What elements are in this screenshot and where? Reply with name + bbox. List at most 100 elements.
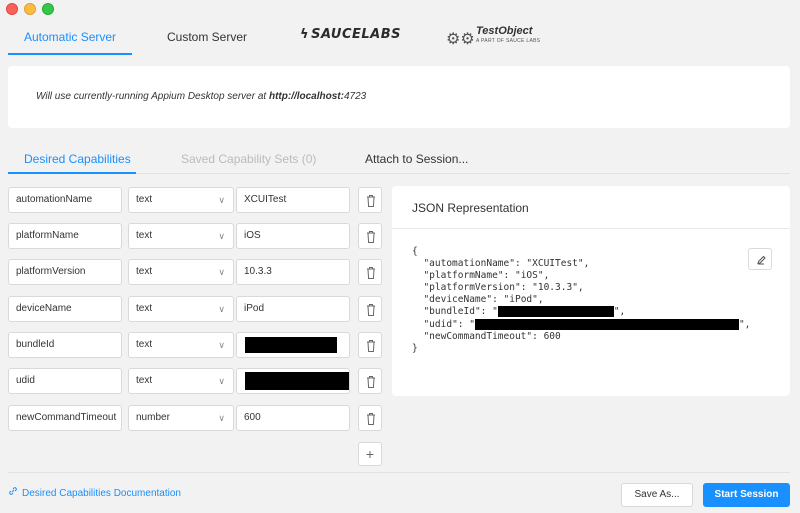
saucelabs-logo-icon: ϟ (300, 27, 310, 42)
chevron-down-icon: ∨ (218, 340, 225, 350)
capability-row: bundleId text ∨ (8, 332, 388, 358)
capability-row: platformVersion text ∨ 10.3.3 (8, 259, 388, 285)
server-info-prefix: Will use currently-running Appium Deskto… (36, 91, 269, 102)
desired-capabilities-docs-link[interactable]: Desired Capabilities Documentation (8, 486, 181, 499)
chevron-down-icon: ∨ (218, 231, 225, 241)
capability-type-select[interactable]: text ∨ (128, 296, 234, 322)
window-titlebar (0, 0, 800, 22)
close-window-button[interactable] (6, 3, 18, 15)
server-info-panel: Will use currently-running Appium Deskto… (8, 66, 790, 128)
tab-attach-to-session[interactable]: Attach to Session... (365, 152, 468, 166)
delete-capability-button[interactable] (358, 405, 382, 431)
trash-icon (367, 304, 375, 316)
json-code-block: { "automationName": "XCUITest", "platfor… (412, 246, 751, 354)
active-cap-tab-indicator (8, 172, 136, 174)
capability-type-value: number (136, 412, 170, 423)
capability-type-select[interactable]: text ∨ (128, 368, 234, 394)
json-key: bundleId (429, 306, 475, 318)
json-key: deviceName (429, 294, 487, 306)
testobject-logo-text: TestObject (476, 25, 533, 37)
json-close-brace: } (412, 342, 418, 354)
chevron-down-icon: ∨ (218, 413, 225, 423)
delete-capability-button[interactable] (358, 368, 382, 394)
redacted-value (245, 372, 349, 390)
json-key: automationName (429, 258, 510, 270)
capability-row: deviceName text ∨ iPod (8, 296, 388, 322)
tab-saucelabs[interactable]: ϟ SAUCELABS (300, 27, 401, 42)
json-open-brace: { (412, 246, 418, 257)
capability-value-input[interactable]: XCUITest (236, 187, 350, 213)
capability-value-input[interactable]: iOS (236, 223, 350, 249)
capability-row: udid text ∨ (8, 368, 388, 394)
docs-link-label: Desired Capabilities Documentation (22, 488, 181, 499)
server-info-text: Will use currently-running Appium Deskto… (36, 91, 366, 102)
tab-saved-capability-sets[interactable]: Saved Capability Sets (0) (181, 152, 316, 166)
trash-icon (367, 413, 375, 425)
save-as-button[interactable]: Save As... (621, 483, 693, 507)
capability-value-input[interactable]: 10.3.3 (236, 259, 350, 285)
capability-type-value: text (136, 230, 153, 241)
server-info-url: http://localhost: (268, 91, 344, 102)
json-key: newCommandTimeout (429, 330, 527, 342)
saucelabs-logo-text: SAUCELABS (311, 27, 402, 42)
pencil-icon (757, 255, 766, 265)
capability-name-input[interactable]: newCommandTimeout (8, 405, 122, 431)
json-value: iPod (509, 294, 533, 306)
delete-capability-button[interactable] (358, 332, 382, 358)
capability-type-select[interactable]: text ∨ (128, 259, 234, 285)
capability-type-select[interactable]: text ∨ (128, 187, 234, 213)
delete-capability-button[interactable] (358, 187, 382, 213)
capability-name-input[interactable]: automationName (8, 187, 122, 213)
tab-custom-server[interactable]: Custom Server (167, 30, 247, 44)
capability-type-select[interactable]: text ∨ (128, 332, 234, 358)
chevron-down-icon: ∨ (218, 304, 225, 314)
tab-desired-capabilities[interactable]: Desired Capabilities (24, 152, 131, 166)
json-value: XCUITest (532, 258, 578, 270)
redacted-value (245, 337, 337, 353)
capability-value-input[interactable] (236, 332, 350, 358)
capability-name-input[interactable]: udid (8, 368, 122, 394)
delete-capability-button[interactable] (358, 296, 382, 322)
delete-capability-button[interactable] (358, 223, 382, 249)
capability-type-select[interactable]: number ∨ (128, 405, 234, 431)
capability-name-input[interactable]: platformName (8, 223, 122, 249)
json-value: iOS (520, 270, 538, 282)
capability-row: platformName text ∨ iOS (8, 223, 388, 249)
json-panel-divider (392, 228, 790, 229)
chevron-down-icon: ∨ (218, 195, 225, 205)
capability-name-input[interactable]: deviceName (8, 296, 122, 322)
capability-value-input[interactable]: 600 (236, 405, 350, 431)
plus-icon: + (365, 446, 375, 462)
add-capability-button[interactable]: + (358, 442, 382, 466)
json-key: platformVersion (429, 282, 515, 294)
capability-type-select[interactable]: text ∨ (128, 223, 234, 249)
json-value: 600 (543, 330, 561, 342)
json-key: udid (429, 318, 453, 330)
tab-automatic-server[interactable]: Automatic Server (24, 30, 116, 44)
json-redacted-value (474, 318, 739, 330)
trash-icon (367, 340, 375, 352)
capability-value-input[interactable]: iPod (236, 296, 350, 322)
json-representation-panel: JSON Representation { "automationName": … (392, 186, 790, 396)
zoom-window-button[interactable] (42, 3, 54, 15)
edit-json-button[interactable] (748, 248, 772, 270)
capability-type-value: text (136, 375, 153, 386)
capability-type-value: text (136, 194, 153, 205)
delete-capability-button[interactable] (358, 259, 382, 285)
link-icon (9, 487, 17, 495)
capability-name-input[interactable]: bundleId (8, 332, 122, 358)
capability-type-value: text (136, 303, 153, 314)
minimize-window-button[interactable] (24, 3, 36, 15)
capability-value-input[interactable] (236, 368, 350, 394)
json-value: 10.3.3 (537, 282, 573, 294)
json-redacted-value (497, 306, 614, 318)
trash-icon (367, 195, 375, 207)
capability-name-input[interactable]: platformVersion (8, 259, 122, 285)
trash-icon (367, 267, 375, 279)
chevron-down-icon: ∨ (218, 267, 225, 277)
capability-type-value: text (136, 266, 153, 277)
testobject-logo-subtitle: A PART OF SAUCE LABS (476, 38, 541, 44)
capability-row: newCommandTimeout number ∨ 600 (8, 405, 388, 431)
testobject-gear-icon: ⚙⚙ (446, 31, 475, 48)
start-session-button[interactable]: Start Session (703, 483, 790, 507)
